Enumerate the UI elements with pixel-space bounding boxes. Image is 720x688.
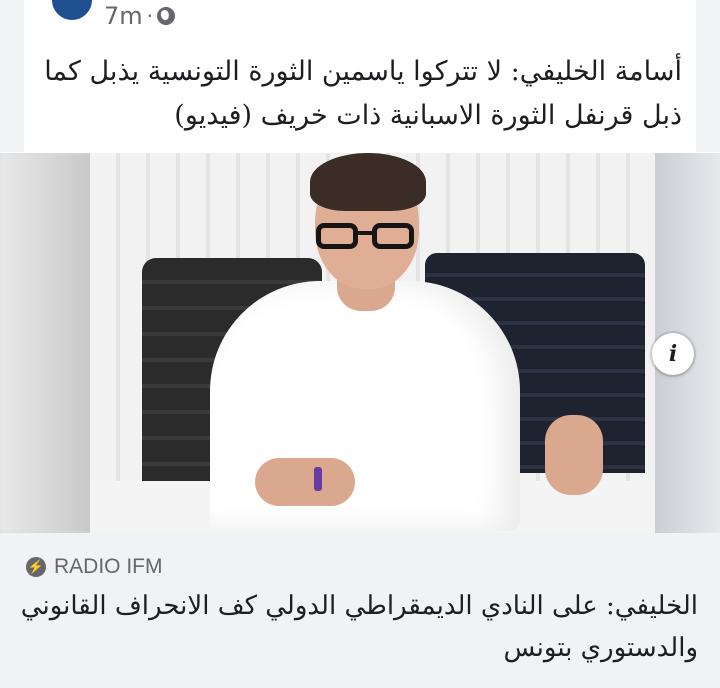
person-hand-left [255, 458, 355, 506]
post-meta: 7m · [104, 2, 176, 30]
photo [90, 153, 655, 533]
post-timestamp[interactable]: 7m [104, 2, 143, 30]
post-text: أسامة الخليفي: لا تتركوا ياسمين الثورة ا… [44, 56, 682, 131]
post-header: 7m · أسامة الخليفي: لا تتركوا ياسمين الث… [0, 0, 720, 152]
bolt-icon: ⚡ [26, 557, 46, 577]
glasses [316, 223, 422, 251]
globe-icon[interactable] [157, 7, 176, 25]
meta-separator: · [146, 4, 154, 28]
link-preview-caption[interactable]: ⚡ RADIO IFM الخليفي: على النادي الديمقرا… [0, 533, 720, 688]
link-source: ⚡ RADIO IFM [26, 555, 163, 579]
person-shirt [210, 281, 520, 531]
person-hair [310, 153, 426, 211]
link-preview-image[interactable]: i [0, 153, 720, 533]
info-icon[interactable]: i [652, 333, 694, 375]
feed-left-gutter [0, 0, 24, 152]
link-headline[interactable]: الخليفي: على النادي الديمقراطي الدولي كف… [8, 585, 698, 669]
avatar[interactable] [50, 0, 94, 22]
pen [314, 467, 322, 491]
link-source-label: RADIO IFM [54, 555, 163, 578]
person-hand-right [545, 415, 603, 495]
feed-right-gutter [696, 0, 720, 152]
